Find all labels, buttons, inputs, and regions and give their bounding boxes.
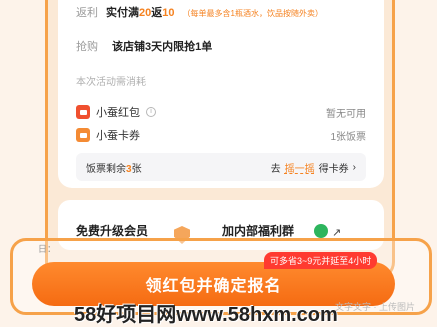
coupon-icon [76, 128, 90, 142]
upgrade-member-link[interactable]: 免费升级会员 [76, 222, 148, 239]
item-name: 小蚕卡券 [96, 130, 140, 142]
join-group-link[interactable]: 加内部福利群 [222, 222, 294, 239]
shake-link[interactable]: 去 摇一摇 得卡券 › [271, 160, 356, 175]
info-icon[interactable]: i [146, 107, 156, 117]
savings-badge: 可多省3~9元并延至4小时 [264, 252, 378, 269]
rebate-condition: 实付满20返10 [106, 7, 175, 19]
rebate-label: 返利 [76, 7, 98, 19]
ticket-remaining: 饭票剩余3张 [86, 163, 142, 175]
rebate-row: 返利 实付满20返10 （每单最多含1瓶酒水，饮品按随外卖） [76, 4, 323, 24]
item-coupon[interactable]: 小蚕卡券 1张饭票 [76, 127, 366, 143]
wechat-icon [314, 224, 328, 238]
chevron-right-icon: › [352, 161, 356, 173]
consume-title: 本次活动需消耗 [76, 77, 146, 88]
ticket-bar[interactable]: 饭票剩余3张 去 摇一摇 得卡券 › [76, 153, 366, 181]
grab-text: 该店铺3天内限抢1单 [112, 41, 213, 53]
activity-card: 返利 实付满20返10 （每单最多含1瓶酒水，饮品按随外卖） 抢购 该店铺3天内… [58, 0, 384, 188]
item-red-packet[interactable]: 小蚕红包 i 暂无可用 [76, 104, 366, 120]
watermark: 58好项目网www.58hxm.com [74, 304, 338, 326]
rebate-note: （每单最多含1瓶酒水，饮品按随外卖） [182, 9, 323, 18]
red-packet-icon [76, 105, 90, 119]
item-status: 1张饭票 [330, 131, 366, 143]
item-status: 暂无可用 [326, 108, 366, 120]
footer-small-text: 日： [38, 244, 57, 254]
grab-row: 抢购 该店铺3天内限抢1单 [76, 38, 212, 54]
item-name: 小蚕红包 [96, 107, 140, 119]
grab-label: 抢购 [76, 41, 98, 53]
faint-footer-text: 文字文字 · 上传图片 [335, 302, 415, 312]
